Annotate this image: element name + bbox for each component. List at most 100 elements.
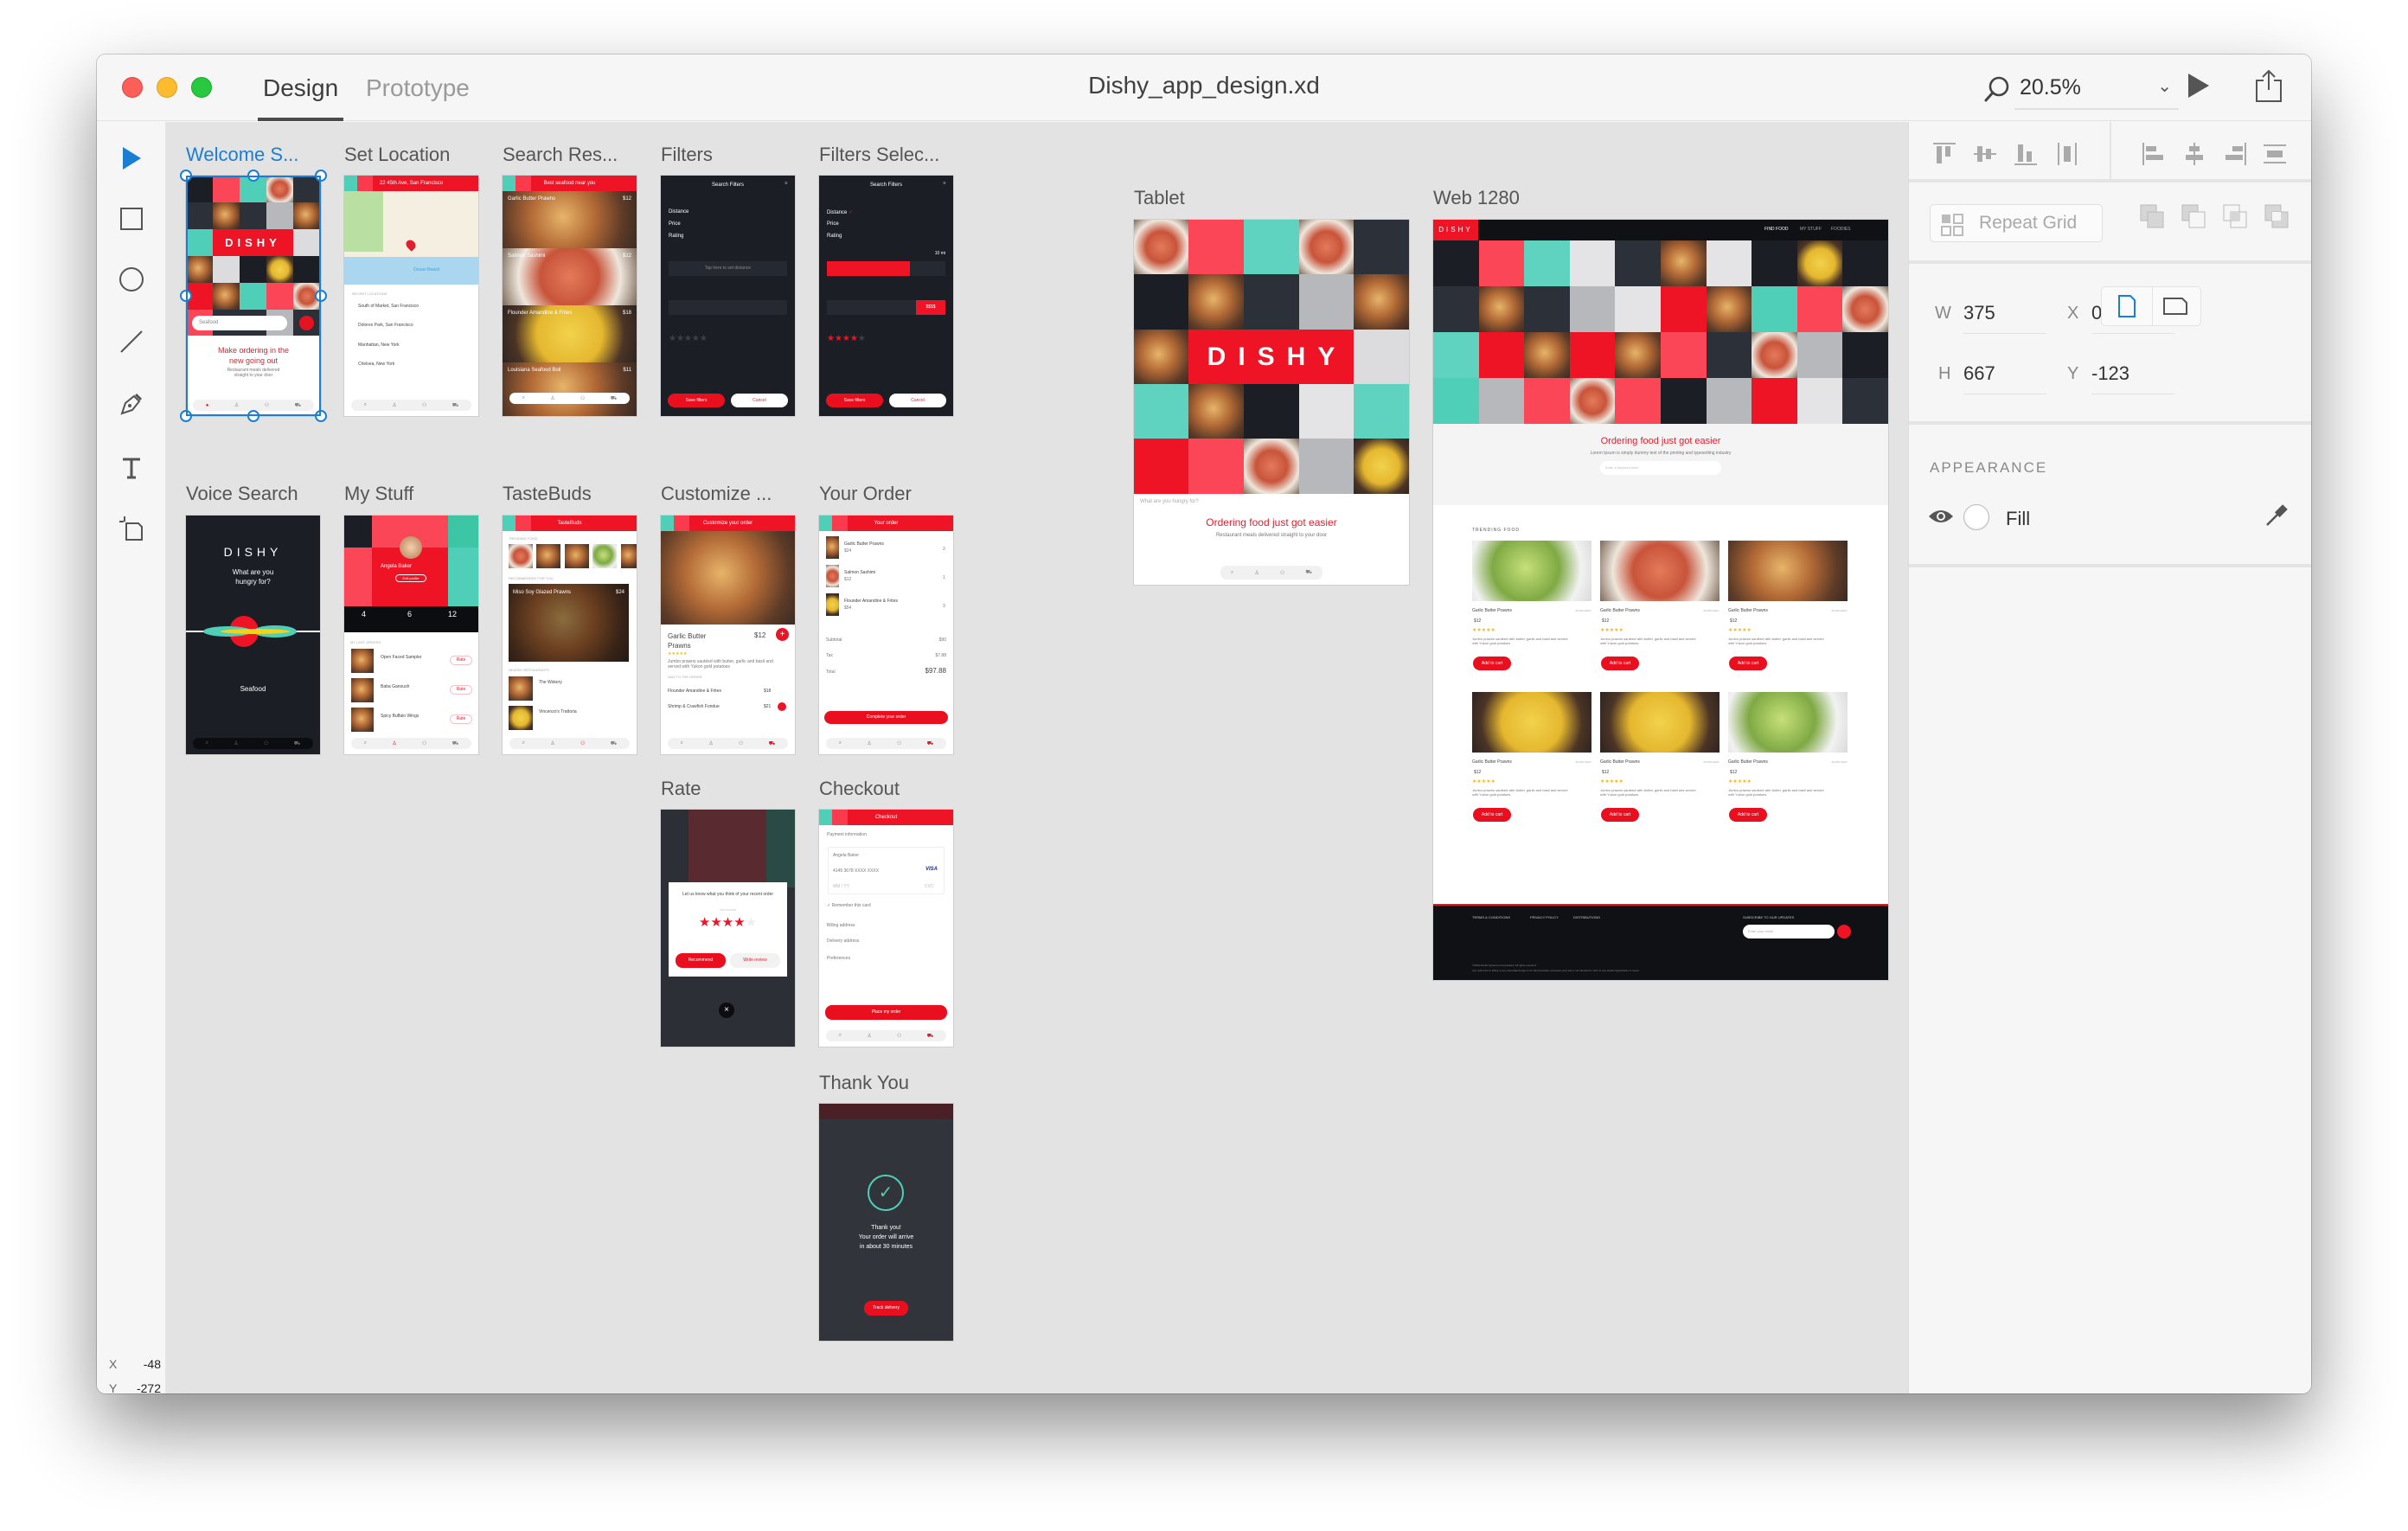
- artboard-label-set-location[interactable]: Set Location: [344, 144, 450, 166]
- resize-handle-tl[interactable]: [180, 170, 192, 182]
- artboard-label-filters-selected[interactable]: Filters Selec...: [819, 144, 939, 166]
- distribute-vertical-icon[interactable]: [2262, 141, 2288, 167]
- boolean-subtract-icon[interactable]: [2181, 203, 2206, 229]
- distance-slider[interactable]: [827, 261, 945, 276]
- artboard-label-filters[interactable]: Filters: [661, 144, 713, 166]
- ellipse-tool[interactable]: [114, 262, 149, 297]
- resize-handle-t[interactable]: [247, 170, 259, 182]
- tab-design[interactable]: Design: [258, 72, 344, 121]
- artboard-label-welcome[interactable]: Welcome S...: [186, 144, 298, 166]
- artboard-label-web[interactable]: Web 1280: [1433, 187, 1520, 209]
- artboard-voice-search[interactable]: DISHY What are you hungry for? Seafood ⌕…: [186, 516, 320, 754]
- rectangle-tool[interactable]: [114, 202, 149, 236]
- share-icon[interactable]: [2254, 68, 2283, 103]
- artboard-label-tablet[interactable]: Tablet: [1134, 187, 1185, 209]
- artboard-label-customize[interactable]: Customize ...: [661, 483, 772, 505]
- add-to-cart-button[interactable]: Add to cart: [1473, 808, 1511, 822]
- resize-handle-br[interactable]: [315, 410, 327, 422]
- maximize-window-button[interactable]: [191, 77, 212, 98]
- add-to-cart-button[interactable]: Add to cart: [1729, 657, 1767, 670]
- distribute-horizontal-icon[interactable]: [2054, 141, 2080, 167]
- select-tool[interactable]: [114, 141, 149, 176]
- artboard-filters[interactable]: Search Filters × Distance Price Rating T…: [661, 176, 795, 416]
- line-tool[interactable]: [114, 324, 149, 359]
- rating-stars[interactable]: ★★★★★: [827, 334, 866, 343]
- artboard-label-search-results[interactable]: Search Res...: [503, 144, 618, 166]
- subscribe-button[interactable]: [1837, 925, 1851, 938]
- web-email-input[interactable]: Enter your email: [1743, 925, 1835, 938]
- web-search-input[interactable]: Enter a keyword here: [1600, 461, 1721, 475]
- fill-color-swatch[interactable]: [1963, 504, 1989, 530]
- artboard-label-voice-search[interactable]: Voice Search: [186, 483, 298, 505]
- eye-icon[interactable]: [1928, 508, 1954, 525]
- align-top-icon[interactable]: [1931, 141, 1957, 167]
- eyedropper-icon[interactable]: [2264, 503, 2290, 528]
- align-left-icon[interactable]: [2141, 141, 2167, 167]
- chevron-down-icon[interactable]: ⌄: [2157, 75, 2172, 97]
- resize-handle-b[interactable]: [247, 410, 259, 422]
- artboard-your-order[interactable]: Your order Garlic Butter Prawns $24 2 Sa…: [819, 516, 953, 754]
- boolean-intersect-icon[interactable]: [2222, 203, 2248, 229]
- add-to-cart-button[interactable]: Add to cart: [1473, 657, 1511, 670]
- artboard-label-rate[interactable]: Rate: [661, 778, 701, 800]
- resize-handle-tr[interactable]: [315, 170, 327, 182]
- zoom-dropdown[interactable]: 20.5% ⌄: [1984, 70, 2179, 110]
- align-bottom-icon[interactable]: [2013, 141, 2039, 167]
- align-middle-icon[interactable]: [1972, 141, 1998, 167]
- map[interactable]: Ocean Beach: [344, 191, 478, 285]
- close-window-button[interactable]: [122, 77, 143, 98]
- play-icon[interactable]: [2188, 74, 2209, 98]
- artboard-rate[interactable]: Let us know what you think of your recen…: [661, 810, 795, 1047]
- artboard-set-location[interactable]: 22 45th Ave, San Francisco Ocean Beach R…: [344, 176, 478, 416]
- add-to-cart-button[interactable]: Add to cart: [1601, 657, 1639, 670]
- artboard-label-checkout[interactable]: Checkout: [819, 778, 900, 800]
- artboard-my-stuff[interactable]: Angela Baker Edit profile 4 6 12 MY LAST…: [344, 516, 478, 754]
- align-center-icon[interactable]: [2181, 141, 2207, 167]
- zoom-value[interactable]: 20.5%: [2020, 75, 2081, 100]
- height-field[interactable]: 667: [1963, 362, 2046, 394]
- artboard-tablet[interactable]: DISHY What are you hungry for? Ordering …: [1134, 220, 1409, 585]
- width-field[interactable]: 375: [1963, 302, 2046, 334]
- artboard-label-my-stuff[interactable]: My Stuff: [344, 483, 413, 505]
- resize-handle-bl[interactable]: [180, 410, 192, 422]
- landscape-icon[interactable]: [2162, 297, 2188, 316]
- artboard-customize[interactable]: Customize your order Garlic Butter Prawn…: [661, 516, 795, 754]
- artboard-tool[interactable]: [114, 511, 149, 546]
- repeat-grid-button[interactable]: Repeat Grid: [1930, 204, 2103, 242]
- artboard-search-results[interactable]: Best seafood near you Garlic Butter Praw…: [503, 176, 637, 416]
- resize-handle-r[interactable]: [315, 290, 327, 302]
- minimize-window-button[interactable]: [157, 77, 177, 98]
- artboard-label-thank-you[interactable]: Thank You: [819, 1072, 909, 1094]
- y-field[interactable]: -123: [2091, 362, 2174, 394]
- food-image[interactable]: [1472, 541, 1591, 601]
- artboard-label-your-order[interactable]: Your Order: [819, 483, 912, 505]
- tablet-search-input[interactable]: What are you hungry for?: [1140, 499, 1199, 504]
- food-image[interactable]: [1600, 692, 1720, 753]
- microphone-icon[interactable]: [299, 316, 314, 330]
- add-to-cart-button[interactable]: Add to cart: [1601, 808, 1639, 822]
- resize-handle-l[interactable]: [180, 290, 192, 302]
- artboard-tastebuds[interactable]: TasteBuds TRENDING FOOD RECOMMENDED FOR …: [503, 516, 637, 754]
- food-image[interactable]: [1472, 692, 1591, 753]
- design-canvas[interactable]: Welcome S... DISHY Seafood Make ordering…: [166, 122, 1908, 1393]
- orientation-toggle[interactable]: [2101, 286, 2201, 326]
- pen-tool[interactable]: [114, 387, 149, 421]
- portrait-icon[interactable]: [2117, 294, 2136, 318]
- tab-prototype[interactable]: Prototype: [366, 72, 470, 121]
- artboard-checkout[interactable]: Checkout Payment information Angela Bake…: [819, 810, 953, 1047]
- artboard-filters-selected[interactable]: Search Filters × Distance ✓ Price Rating…: [819, 176, 953, 416]
- artboard-welcome[interactable]: DISHY Seafood Make ordering in the new g…: [186, 176, 321, 416]
- food-image[interactable]: [1728, 692, 1848, 753]
- artboard-label-tastebuds[interactable]: TasteBuds: [503, 483, 592, 505]
- boolean-exclude-icon[interactable]: [2264, 203, 2290, 229]
- welcome-search-field[interactable]: Seafood: [192, 316, 287, 330]
- artboard-web[interactable]: DISHY FIND FOOD MY STUFF FOODIES Orderin…: [1433, 220, 1888, 980]
- text-tool[interactable]: [114, 451, 149, 485]
- food-image[interactable]: [1728, 541, 1848, 601]
- food-image[interactable]: [1600, 541, 1720, 601]
- close-icon[interactable]: ×: [719, 1003, 734, 1018]
- align-right-icon[interactable]: [2222, 141, 2248, 167]
- add-to-cart-button[interactable]: Add to cart: [1729, 808, 1767, 822]
- artboard-thank-you[interactable]: ✓ Thank you! Your order will arrive in a…: [819, 1104, 953, 1341]
- boolean-add-icon[interactable]: [2139, 203, 2165, 229]
